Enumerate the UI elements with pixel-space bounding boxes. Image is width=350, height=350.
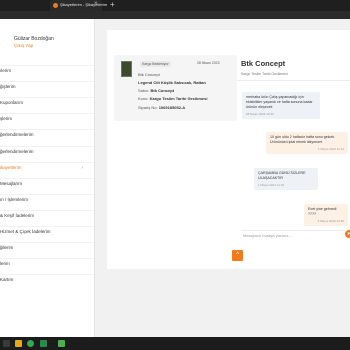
sidebar-item-label: lerim bbox=[0, 261, 10, 266]
message-text: Evet yine gelmedi ???? bbox=[308, 207, 337, 216]
sidebar-item-label: Hizmet & Çiçek İadelerim bbox=[0, 229, 51, 234]
scroll-to-top-button[interactable]: ^ bbox=[232, 250, 243, 261]
sidebar-item-evaluations-2[interactable]: ğerlendirmelerim bbox=[0, 146, 95, 156]
seller-value: Btk Concept bbox=[150, 88, 175, 93]
order-date: 28 Nisan 2023 bbox=[197, 61, 220, 65]
message-bubble-incoming: merhaba ürün Çalış yapamadığı için ekisi… bbox=[242, 92, 320, 119]
browser-tab[interactable]: Şikayetlerim - Şikayetlerim × bbox=[50, 0, 107, 11]
sidebar-item-item-3[interactable]: şlerim bbox=[0, 113, 95, 123]
profile-name: Gülizar Bozdoğan bbox=[14, 36, 54, 42]
account-sidebar: Gülizar Bozdoğan Çıkış Yap ılerim ğişler… bbox=[0, 19, 95, 337]
product-name[interactable]: Legend Cilt Köşlik Saksıcak, Rattan bbox=[138, 80, 206, 85]
sidebar-item-label: ılerim bbox=[0, 68, 11, 73]
subject-label: Konu: bbox=[138, 96, 149, 101]
chat-messages[interactable]: merhaba ürün Çalış yapamadığı için ekisi… bbox=[238, 82, 350, 230]
chat-header-divider bbox=[237, 80, 350, 81]
app-icon[interactable] bbox=[40, 340, 47, 347]
sidebar-item-item-11[interactable]: ğilerim bbox=[0, 242, 95, 252]
seller-row: Satıcı: Btk Concept bbox=[138, 88, 174, 93]
message-time: 1 Mayıs 2023 11:32 bbox=[258, 183, 285, 187]
browser-tab-title: Şikayetlerim - Şikayetlerim bbox=[60, 2, 108, 7]
subject-value: Kargo Teslim Tarihi Gecikmesi bbox=[149, 96, 208, 101]
sidebar-item-label: & Keşif İadelerim bbox=[0, 213, 35, 218]
tab-close-icon[interactable]: × bbox=[94, 1, 98, 7]
message-text: ÇARŞAMBA GÜNÜ SİZLERE ULAŞACAKTIR bbox=[258, 171, 306, 180]
chrome-icon[interactable] bbox=[27, 340, 34, 347]
chevron-right-icon: › bbox=[81, 165, 83, 171]
order-summary-card: Kargo Bekleniyor 28 Nisan 2023 Btk Conce… bbox=[114, 55, 237, 121]
os-taskbar bbox=[0, 337, 350, 350]
message-bubble-outgoing: Evet yine gelmedi ???? 4 Mayıs 2023 13:3… bbox=[304, 204, 348, 226]
message-input[interactable] bbox=[243, 232, 339, 238]
sidebar-item-label: ğerlendirmelerim bbox=[0, 149, 34, 154]
send-icon[interactable]: ➤ bbox=[345, 230, 350, 238]
message-text: 10 gün oldu 2 haftadır hafta sonu gelcek… bbox=[270, 135, 336, 144]
sidebar-item-label: ğişlerim bbox=[0, 84, 16, 89]
subject-row: Konu: Kargo Teslim Tarihi Gecikmesi bbox=[138, 96, 207, 101]
seller-label: Satıcı: bbox=[138, 88, 150, 93]
sidebar-item-label: şlerim bbox=[0, 116, 12, 121]
sidebar-item-transactions[interactable]: ın / İşlemlerim bbox=[0, 194, 95, 204]
spreadsheet-app-icon[interactable] bbox=[58, 340, 65, 347]
sidebar-item-service-returns[interactable]: Hizmet & Çiçek İadelerim bbox=[0, 226, 95, 236]
message-time: 1 Mayıs 2023 11:14 bbox=[317, 147, 344, 151]
sidebar-item-messages[interactable]: Mesajlarım bbox=[0, 178, 95, 188]
sidebar-item-item-12[interactable]: lerim bbox=[0, 258, 95, 268]
chat-seller-title: Btk Concept bbox=[241, 59, 286, 68]
status-badge: Kargo Bekleniyor bbox=[140, 61, 171, 67]
logout-link[interactable]: Çıkış Yap bbox=[14, 43, 33, 48]
sidebar-item-label: Mesajlarım bbox=[0, 181, 23, 186]
sidebar-item-reviews[interactable]: ğişlerim bbox=[0, 81, 95, 91]
file-explorer-icon[interactable] bbox=[15, 340, 22, 347]
sidebar-item-card[interactable]: Kartım bbox=[0, 274, 95, 284]
sidebar-item-evaluations[interactable]: ğerlendirmelerim bbox=[0, 129, 95, 139]
message-bubble-outgoing: 10 gün oldu 2 haftadır hafta sonu gelcek… bbox=[266, 132, 348, 154]
message-bubble-incoming: ÇARŞAMBA GÜNÜ SİZLERE ULAŞACAKTIR 1 Mayı… bbox=[254, 168, 318, 190]
chat-subject: Kargo Teslim Tarihi Gecikmesi bbox=[241, 72, 288, 76]
sidebar-item-coupons[interactable]: Kuponlarım bbox=[0, 97, 95, 107]
sidebar-item-label: Kuponlarım bbox=[0, 100, 24, 105]
browser-tab-strip: Şikayetlerim - Şikayetlerim × + bbox=[0, 0, 350, 11]
sidebar-item-label: ğerlendirmelerim bbox=[0, 132, 34, 137]
message-time: 4 Mayıs 2023 13:30 bbox=[317, 219, 344, 223]
sidebar-item-label: ğilerim bbox=[0, 245, 14, 250]
sidebar-item-complaints[interactable]: ikayetlerim › bbox=[0, 162, 95, 172]
sidebar-item-label: Kartım bbox=[0, 277, 14, 282]
sidebar-item-orders[interactable]: ılerim bbox=[0, 65, 95, 75]
order-seller-name: Btk Concept bbox=[138, 72, 160, 77]
trendyol-favicon-icon bbox=[53, 3, 58, 8]
new-tab-button[interactable]: + bbox=[110, 0, 115, 9]
order-number-value: 1069185052-A bbox=[158, 105, 186, 110]
message-text: merhaba ürün Çalış yapamadığı için ekisi… bbox=[246, 95, 313, 109]
sidebar-item-label: ın / İşlemlerim bbox=[0, 197, 29, 202]
sidebar-item-label: ikayetlerim bbox=[0, 165, 22, 170]
browser-toolbar bbox=[0, 11, 350, 19]
message-composer bbox=[241, 230, 345, 238]
sidebar-item-discovery-returns[interactable]: & Keşif İadelerim bbox=[0, 210, 95, 220]
order-number-row: Sipariş No: 1069185052-A bbox=[138, 105, 185, 110]
start-icon[interactable] bbox=[3, 340, 10, 347]
sidebar-divider bbox=[94, 19, 95, 337]
message-time: 28 Nisan 2023 16:30 bbox=[246, 112, 274, 116]
product-image[interactable] bbox=[121, 61, 132, 77]
order-number-label: Sipariş No: bbox=[138, 105, 158, 110]
